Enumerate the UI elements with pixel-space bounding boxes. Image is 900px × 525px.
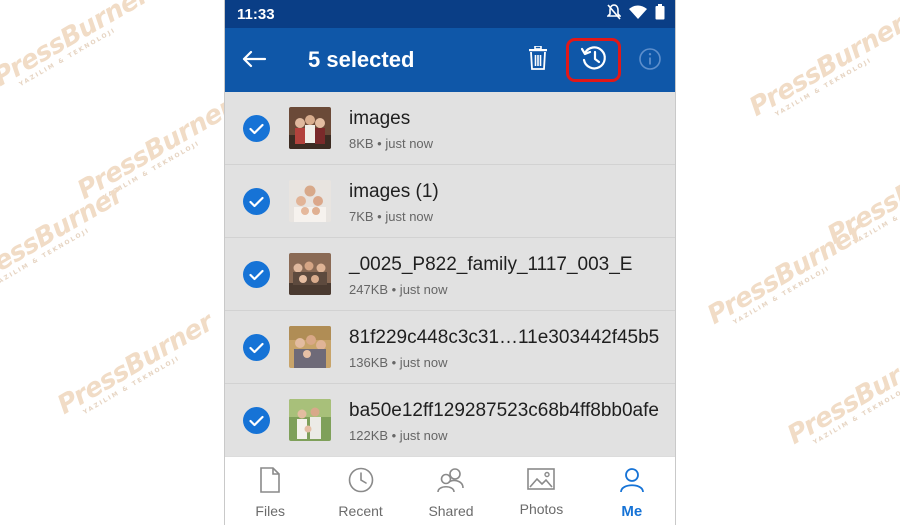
watermark-brand: PressBurner <box>52 307 219 421</box>
watermark-brand: PressBurner <box>782 337 900 451</box>
checkmark-icon[interactable] <box>243 115 270 142</box>
watermark-brand: PressBurner <box>0 179 129 293</box>
photo-thumbnail <box>289 326 331 368</box>
wifi-icon <box>629 5 647 24</box>
file-name: ba50e12ff129287523c68b4ff8bb0afe <box>349 400 659 421</box>
photo-thumbnail <box>289 107 331 149</box>
clock-icon <box>348 467 374 498</box>
file-name: _0025_P822_family_1117_003_E <box>349 254 633 275</box>
nav-label: Me <box>621 503 643 520</box>
file-name: 81f229c448c3c31…11e303442f45b5 <box>349 327 660 348</box>
nav-item-photos[interactable]: Photos <box>496 457 586 525</box>
file-meta: 136KB • just now <box>349 355 448 370</box>
watermark-brand: PressBurner <box>702 217 869 331</box>
restore-history-icon <box>580 44 608 77</box>
file-meta: 122KB • just now <box>349 428 448 443</box>
file-row[interactable]: images (1) 7KB • just now <box>225 165 675 238</box>
nav-label: Recent <box>338 503 383 519</box>
file-meta: 7KB • just now <box>349 209 434 224</box>
restore-button[interactable] <box>566 38 621 82</box>
image-icon <box>527 467 556 496</box>
checkmark-icon[interactable] <box>243 261 270 288</box>
file-meta: 247KB • just now <box>349 282 448 297</box>
file-row[interactable]: ba50e12ff129287523c68b4ff8bb0afe 122KB •… <box>225 384 675 457</box>
selection-app-bar: 5 selected <box>225 28 675 92</box>
photo-thumbnail <box>289 253 331 295</box>
people-icon <box>437 467 465 498</box>
watermark: PressBurnerYAZILIM & TEKNOLOJI <box>0 0 157 97</box>
watermark: PressBurnerYAZILIM & TEKNOLOJI <box>783 338 900 455</box>
info-button[interactable] <box>635 46 665 76</box>
file-icon <box>259 467 281 498</box>
watermark: PressBurnerYAZILIM & TEKNOLOJI <box>703 218 871 335</box>
watermark: PressBurnerYAZILIM & TEKNOLOJI <box>0 180 131 297</box>
back-button[interactable] <box>237 44 271 78</box>
bottom-navigation: Files Recent Shared Photos Me <box>225 456 675 525</box>
nav-item-me[interactable]: Me <box>587 457 675 525</box>
photo-thumbnail <box>289 180 331 222</box>
photo-thumbnail <box>289 399 331 441</box>
back-arrow-icon <box>241 50 267 73</box>
nav-label: Files <box>255 503 285 519</box>
notifications-off-icon <box>606 3 622 25</box>
file-row[interactable]: 81f229c448c3c31…11e303442f45b5 136KB • j… <box>225 311 675 384</box>
watermark: PressBurnerYAZILIM & TEKNOLOJI <box>53 308 221 425</box>
nav-item-files[interactable]: Files <box>225 457 315 525</box>
file-name: images <box>349 108 411 129</box>
phone-screen: 11:33 5 selected images 8KB • just now i… <box>224 0 676 525</box>
battery-icon <box>655 3 665 25</box>
delete-button[interactable] <box>523 43 553 77</box>
file-row[interactable]: images 8KB • just now <box>225 92 675 165</box>
nav-item-recent[interactable]: Recent <box>315 457 405 525</box>
person-icon <box>619 467 645 498</box>
file-name: images (1) <box>349 181 439 202</box>
status-icons <box>606 3 665 25</box>
file-list: images 8KB • just now images (1) 7KB • j… <box>225 92 675 457</box>
checkmark-icon[interactable] <box>243 407 270 434</box>
nav-label: Photos <box>519 501 564 517</box>
watermark-brand: PressBurner <box>744 9 900 123</box>
status-bar: 11:33 <box>225 0 675 28</box>
selection-count-title: 5 selected <box>308 47 415 72</box>
watermark: PressBurnerYAZILIM & TEKNOLOJI <box>745 10 900 127</box>
info-icon <box>638 47 662 76</box>
checkmark-icon[interactable] <box>243 334 270 361</box>
file-row[interactable]: _0025_P822_family_1117_003_E 247KB • jus… <box>225 238 675 311</box>
status-time: 11:33 <box>237 5 275 23</box>
delete-icon <box>528 44 548 75</box>
file-meta: 8KB • just now <box>349 136 434 151</box>
nav-item-shared[interactable]: Shared <box>406 457 496 525</box>
nav-label: Shared <box>428 503 474 519</box>
checkmark-icon[interactable] <box>243 188 270 215</box>
